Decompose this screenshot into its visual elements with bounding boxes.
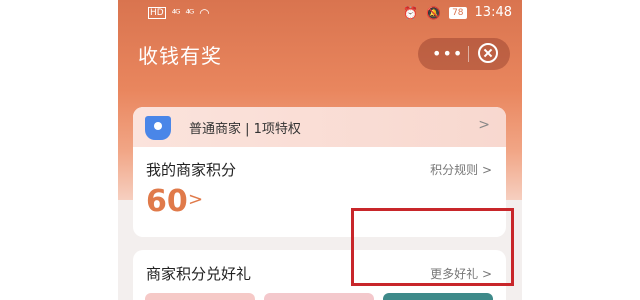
wifi-icon: ◠ bbox=[199, 6, 210, 20]
clock: 13:48 bbox=[474, 5, 512, 20]
miniapp-capsule: ••• bbox=[418, 38, 510, 70]
signal-icon-2: ⁴ᴳ bbox=[185, 6, 194, 20]
close-icon[interactable] bbox=[478, 43, 498, 63]
points-value[interactable]: 60 bbox=[146, 184, 188, 219]
left-margin bbox=[0, 0, 118, 300]
chevron-right-icon: > bbox=[478, 117, 490, 133]
points-title: 我的商家积分 bbox=[146, 161, 237, 179]
gift-item[interactable] bbox=[145, 293, 255, 300]
alarm-icon: ⏰ bbox=[403, 5, 419, 20]
gift-section-title: 商家积分兑好礼 bbox=[146, 265, 252, 283]
more-options-icon[interactable]: ••• bbox=[432, 44, 463, 63]
merchant-badge-icon bbox=[145, 116, 171, 140]
capsule-divider bbox=[468, 46, 469, 62]
page-title: 收钱有奖 bbox=[138, 44, 222, 68]
gift-item[interactable] bbox=[264, 293, 374, 300]
tier-label: 普通商家 | 1项特权 bbox=[189, 122, 301, 137]
status-bar: HD ⁴ᴳ ⁴ᴳ ◠ ⏰ 🔕 78 13:48 bbox=[118, 0, 522, 26]
points-chevron-icon[interactable]: > bbox=[188, 189, 203, 210]
right-margin bbox=[522, 0, 640, 300]
battery-icon: 78 bbox=[449, 6, 467, 19]
signal-icon: ⁴ᴳ bbox=[171, 6, 181, 20]
app-screen: HD ⁴ᴳ ⁴ᴳ ◠ ⏰ 🔕 78 13:48 收钱有奖 ••• 普通商家 | … bbox=[0, 0, 640, 300]
hd-indicator: HD bbox=[148, 7, 166, 19]
merchant-tier-banner[interactable]: 普通商家 | 1项特权 > bbox=[133, 107, 506, 147]
highlight-annotation-box bbox=[351, 208, 514, 286]
mute-icon: 🔕 bbox=[426, 5, 442, 20]
points-rules-link[interactable]: 积分规则 > bbox=[430, 161, 492, 178]
gift-item[interactable] bbox=[383, 293, 493, 300]
